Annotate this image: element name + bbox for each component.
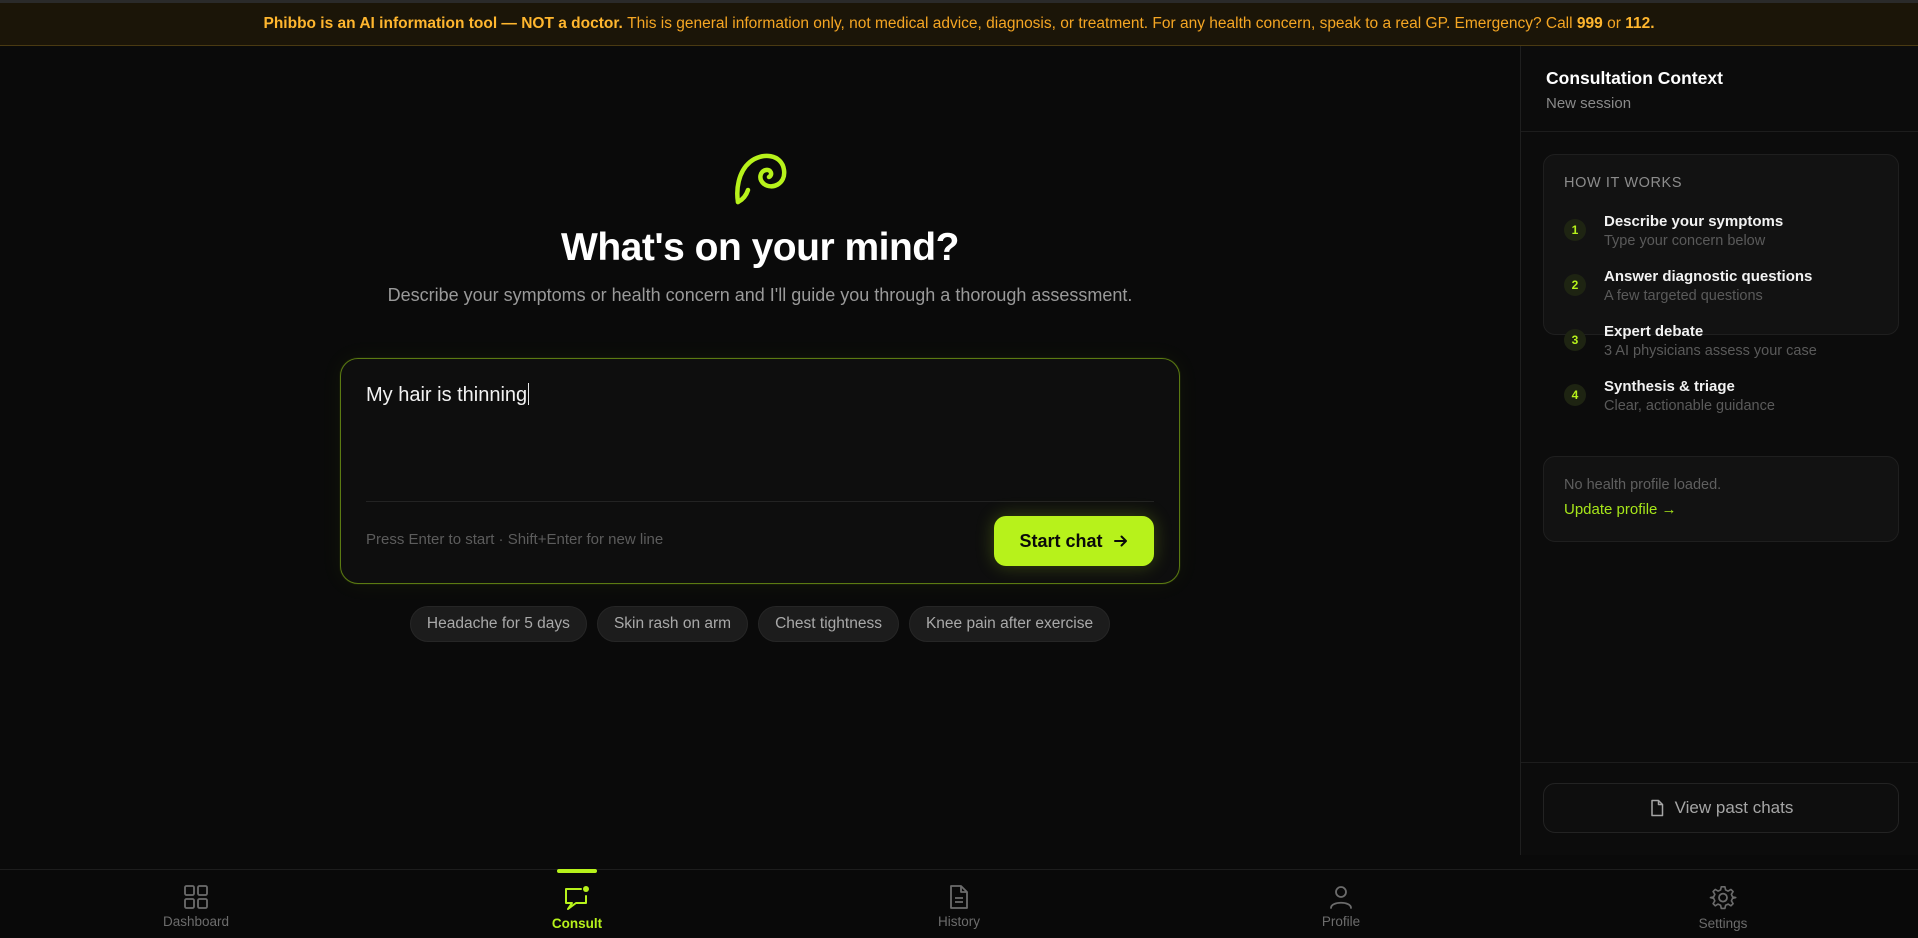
step-description: Type your concern below: [1604, 233, 1766, 249]
text-caret: [528, 383, 530, 405]
sidebar-footer-divider: [1521, 762, 1918, 763]
suggestion-chip[interactable]: Headache for 5 days: [409, 606, 587, 642]
view-past-chats-label: View past chats: [1674, 798, 1794, 817]
disclaimer-banner: Phibbo is an AI information tool — NOT a…: [0, 0, 1918, 46]
nav-consult[interactable]: Consult: [477, 869, 677, 938]
page-subtitle: Describe your symptoms or health concern…: [387, 285, 1133, 305]
start-chat-button[interactable]: Start chat: [994, 516, 1154, 566]
how-it-works-title: HOW IT WORKS: [1564, 175, 1683, 191]
nav-label: Consult: [551, 916, 603, 931]
nav-history[interactable]: History: [859, 870, 1059, 938]
gear-icon: [1709, 885, 1737, 910]
user-icon: [1330, 886, 1352, 909]
phibbo-logo-icon: [728, 144, 792, 208]
step-number: 3: [1564, 329, 1586, 351]
nav-label: Profile: [1321, 914, 1361, 929]
disclaimer-or: or: [1607, 15, 1621, 32]
composer-hint: Press Enter to start · Shift+Enter for n…: [366, 531, 664, 548]
nav-label: Dashboard: [162, 914, 230, 929]
health-profile-card: No health profile loaded. Update profile…: [1543, 456, 1899, 542]
sidebar-header: Consultation Context New session: [1521, 46, 1918, 132]
step-description: Clear, actionable guidance: [1604, 398, 1775, 414]
sidebar-subtitle: New session: [1546, 95, 1632, 112]
step-number: 1: [1564, 219, 1586, 241]
nav-label: Settings: [1698, 916, 1748, 931]
suggestion-chip[interactable]: Skin rash on arm: [596, 606, 749, 642]
nav-dashboard[interactable]: Dashboard: [96, 870, 296, 938]
suggestion-chip[interactable]: Chest tightness: [758, 606, 899, 642]
suggestion-chip[interactable]: Knee pain after exercise: [908, 606, 1111, 642]
page-title: What's on your mind?: [561, 226, 959, 269]
start-chat-label: Start chat: [1019, 530, 1103, 551]
document-icon: [1650, 799, 1663, 817]
step-description: 3 AI physicians assess your case: [1604, 343, 1817, 359]
disclaimer-bold: Phibbo is an AI information tool — NOT a…: [263, 15, 623, 32]
step-description: A few targeted questions: [1604, 288, 1763, 304]
suggestion-chips: Headache for 5 days Skin rash on arm Che…: [0, 606, 1520, 642]
step-number: 4: [1564, 384, 1586, 406]
sidebar-title: Consultation Context: [1546, 68, 1723, 88]
active-tab-indicator: [557, 869, 597, 873]
how-it-works-card: HOW IT WORKS 1 Describe your symptoms Ty…: [1543, 154, 1899, 414]
nav-settings[interactable]: Settings: [1623, 870, 1823, 938]
chat-icon: [565, 886, 589, 910]
step-title: Describe your symptoms: [1604, 213, 1784, 230]
document-icon: [950, 885, 968, 909]
consult-main: What's on your mind? Describe your sympt…: [0, 46, 1520, 869]
symptom-input-value: My hair is thinning: [366, 384, 528, 406]
nav-label: History: [937, 914, 980, 929]
arrow-right-icon: [1113, 535, 1127, 547]
symptom-composer[interactable]: My hair is thinning Press Enter to start…: [340, 358, 1180, 584]
no-profile-text: No health profile loaded.: [1564, 477, 1722, 493]
step-title: Synthesis & triage: [1604, 378, 1735, 395]
nav-profile[interactable]: Profile: [1241, 870, 1441, 938]
step-title: Answer diagnostic questions: [1604, 268, 1813, 285]
emergency-number-2: 112.: [1625, 15, 1655, 32]
step-title: Expert debate: [1604, 323, 1704, 340]
grid-icon: [184, 885, 208, 909]
update-profile-link[interactable]: Update profile →: [1564, 501, 1677, 518]
symptom-input[interactable]: My hair is thinning: [366, 383, 530, 407]
step-number: 2: [1564, 274, 1586, 296]
consultation-sidebar: Consultation Context New session HOW IT …: [1520, 46, 1918, 855]
composer-divider: [366, 501, 1154, 502]
bottom-nav: Dashboard Consult History Profile Settin…: [0, 869, 1918, 937]
view-past-chats-button[interactable]: View past chats: [1543, 783, 1899, 833]
disclaimer-text: This is general information only, not me…: [627, 15, 1573, 32]
emergency-number-1: 999: [1576, 15, 1603, 32]
